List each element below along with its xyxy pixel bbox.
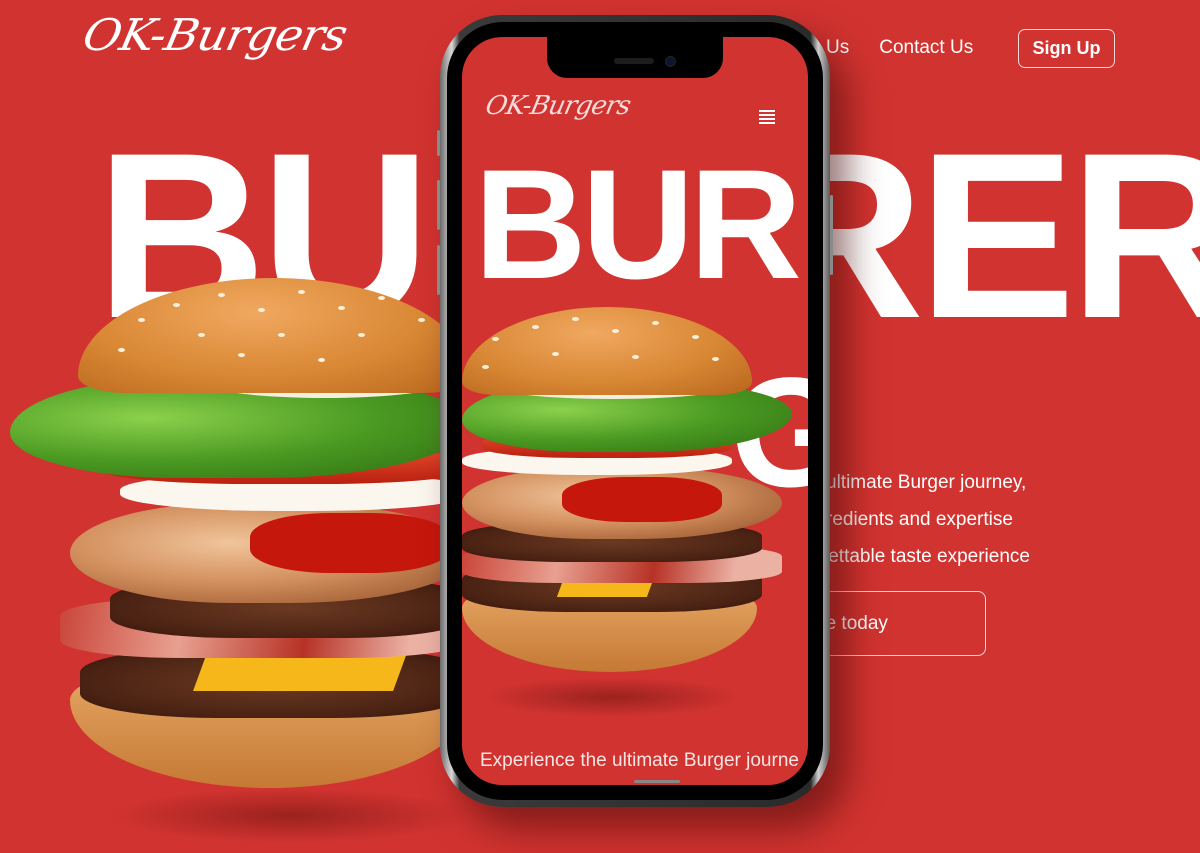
mobile-hero-copy: Experience the ultimate Burger journe (480, 750, 799, 771)
hamburger-menu-icon[interactable] (759, 110, 775, 126)
mobile-hero-headline: BUR (474, 138, 802, 312)
phone-screen: OK-Burgers BUR G Experience (462, 37, 808, 785)
speaker-icon (614, 58, 654, 64)
phone-volume-up (437, 180, 440, 230)
ketchup (250, 513, 450, 573)
sign-up-button[interactable]: Sign Up (1018, 29, 1115, 68)
mobile-burger-image (462, 307, 792, 717)
phone-power-button (830, 195, 833, 275)
nav-contact-us[interactable]: Contact Us (879, 37, 973, 59)
main-nav: Us Contact Us (826, 37, 973, 59)
burger-image (10, 278, 470, 843)
mobile-burger-shadow (482, 677, 742, 717)
site-logo[interactable]: OK-Burgers (79, 9, 352, 60)
home-indicator (634, 780, 680, 783)
phone-mute-switch (437, 130, 440, 156)
cheese (193, 653, 407, 691)
mobile-top-bun (462, 307, 752, 395)
phone-mockup: OK-Burgers BUR G Experience (437, 15, 833, 807)
top-bun (78, 278, 470, 393)
mobile-logo[interactable]: OK-Burgers (483, 91, 633, 121)
burger-shadow (110, 788, 470, 843)
nav-about-us[interactable]: Us (826, 37, 849, 59)
phone-notch (547, 36, 723, 78)
camera-icon (665, 56, 676, 67)
phone-volume-down (437, 245, 440, 295)
mobile-ketchup (562, 477, 722, 522)
